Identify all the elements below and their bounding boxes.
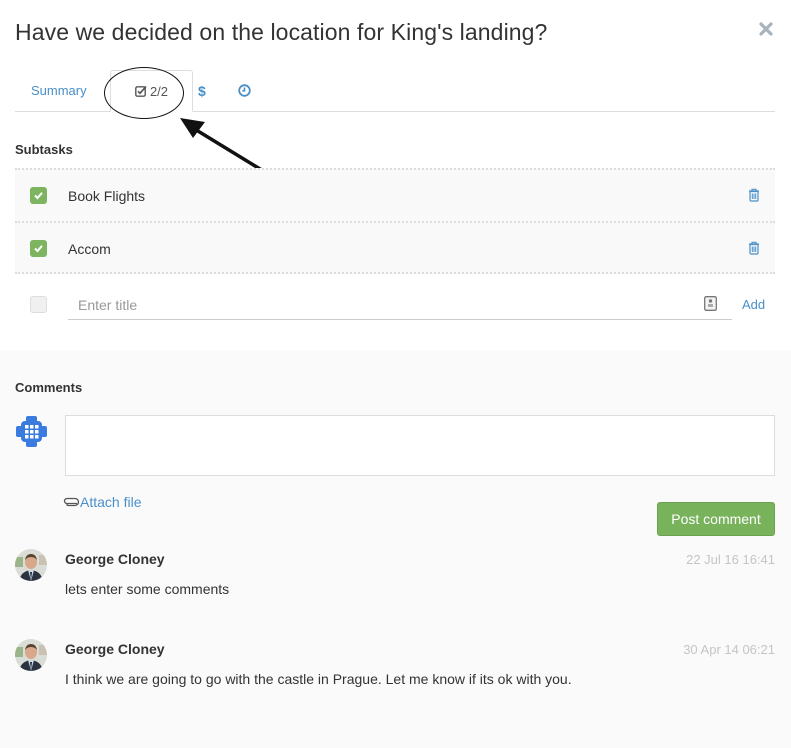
comment-item: George Cloney 30 Apr 14 06:21 I think we…: [15, 639, 775, 709]
tab-summary-label: Summary: [31, 83, 87, 98]
trash-icon[interactable]: [748, 188, 762, 203]
dollar-icon: $: [198, 83, 206, 99]
subtasks-heading: Subtasks: [15, 142, 73, 157]
add-subtask-button[interactable]: Add: [742, 297, 765, 312]
subtask-checkbox[interactable]: [30, 240, 47, 257]
comment-author: George Cloney: [65, 641, 165, 657]
comment-author: George Cloney: [65, 551, 165, 567]
current-user-avatar: [15, 415, 48, 448]
close-icon[interactable]: [758, 21, 776, 39]
subtask-title[interactable]: Book Flights: [68, 188, 145, 204]
new-subtask-checkbox[interactable]: [30, 296, 47, 313]
new-subtask-title-input[interactable]: [68, 291, 732, 320]
user-avatar: [15, 549, 47, 581]
task-tabs: Summary 2/2 $: [15, 70, 775, 112]
comment-input[interactable]: [65, 415, 775, 476]
trash-icon[interactable]: [748, 241, 762, 256]
comment-text: lets enter some comments: [65, 581, 230, 597]
comment-date: 30 Apr 14 06:21: [683, 642, 775, 657]
paperclip-icon: [63, 494, 80, 510]
tab-subtasks-count: 2/2: [149, 84, 169, 99]
comment-item: George Cloney 22 Jul 16 16:41 lets enter…: [15, 549, 775, 619]
user-avatar: [15, 639, 47, 671]
task-title: Have we decided on the location for King…: [15, 19, 548, 45]
tab-cost[interactable]: $: [198, 70, 206, 112]
comments-heading: Comments: [15, 380, 83, 395]
tab-subtasks[interactable]: 2/2: [110, 70, 193, 112]
subtask-checkbox[interactable]: [30, 187, 47, 204]
attach-file-label: Attach file: [80, 494, 142, 510]
comment-text: I think we are going to go with the cast…: [65, 671, 572, 687]
tab-time[interactable]: [238, 70, 251, 112]
subtask-row: Accom: [15, 221, 775, 274]
tab-summary[interactable]: Summary: [31, 70, 87, 112]
contact-card-icon[interactable]: [704, 296, 718, 312]
comment-date: 22 Jul 16 16:41: [686, 552, 775, 567]
subtask-title[interactable]: Accom: [68, 241, 111, 257]
new-subtask-row: Add: [15, 275, 775, 335]
attach-file-link[interactable]: Attach file: [63, 494, 141, 510]
checkbox-checked-icon: [135, 72, 147, 114]
clock-icon: [238, 72, 251, 114]
post-comment-button[interactable]: Post comment: [657, 502, 775, 536]
subtask-list: Book Flights Accom: [15, 168, 775, 274]
subtask-row: Book Flights: [15, 168, 775, 221]
